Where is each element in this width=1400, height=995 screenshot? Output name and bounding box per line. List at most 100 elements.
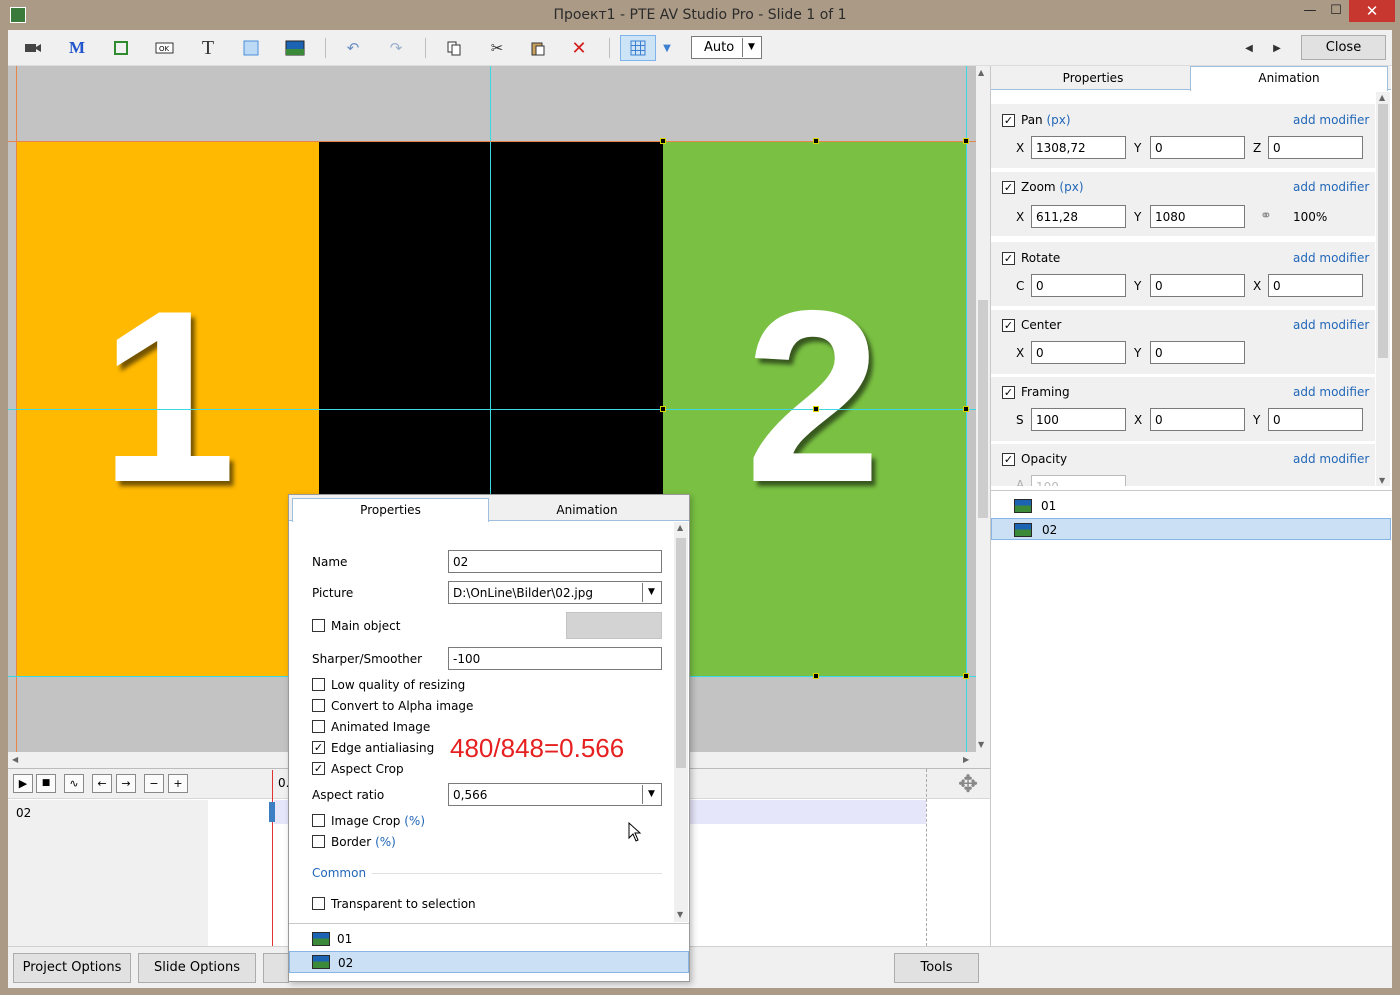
framing-s-input[interactable]: 100 <box>1031 408 1126 431</box>
text-icon[interactable]: T <box>195 36 221 60</box>
undo-icon[interactable]: ↶ <box>340 36 366 60</box>
sharper-smoother-input[interactable]: -100 <box>448 647 662 670</box>
framing-checkbox[interactable]: ✓ <box>1002 386 1015 399</box>
minimize-button[interactable]: — <box>1296 0 1324 22</box>
chevron-down-icon[interactable]: ▼ <box>642 583 660 602</box>
framing-y-input[interactable]: 0 <box>1268 408 1363 431</box>
center-x-input[interactable]: 0 <box>1031 341 1126 364</box>
popup-object-list-item-selected[interactable]: 02 <box>289 951 689 973</box>
rotate-x-input[interactable]: 0 <box>1268 274 1363 297</box>
waveform-icon[interactable]: ∿ <box>64 774 84 793</box>
arrow-left-icon[interactable]: ← <box>92 774 112 793</box>
pan-checkbox[interactable]: ✓ <box>1002 114 1015 127</box>
next-slide-icon[interactable]: ▶ <box>1266 36 1288 60</box>
resize-handle[interactable] <box>660 406 666 412</box>
paste-icon[interactable] <box>525 36 551 60</box>
delete-icon[interactable]: ✕ <box>566 36 592 60</box>
popup-tab-animation[interactable]: Animation <box>489 500 685 520</box>
rotate-y-input[interactable]: 0 <box>1150 274 1245 297</box>
grid-dropdown-icon[interactable]: ▼ <box>657 36 677 60</box>
zoom-add-modifier-link[interactable]: add modifier <box>1293 180 1369 194</box>
button-icon[interactable]: OK <box>152 36 178 60</box>
pan-y-input[interactable]: 0 <box>1150 136 1245 159</box>
image-icon[interactable] <box>282 36 308 60</box>
timeline-cursor-handle[interactable] <box>269 802 275 822</box>
cut-icon[interactable]: ✂ <box>484 36 510 60</box>
transparent-checkbox[interactable] <box>312 897 325 910</box>
center-y-input[interactable]: 0 <box>1150 341 1245 364</box>
name-input[interactable]: 02 <box>448 550 662 573</box>
popup-object-list-item[interactable]: 01 <box>289 928 689 950</box>
main-object-checkbox[interactable] <box>312 619 325 632</box>
scrollbar-thumb[interactable] <box>1378 104 1388 358</box>
framing-add-modifier-link[interactable]: add modifier <box>1293 385 1369 399</box>
tools-button[interactable]: Tools <box>894 953 979 983</box>
slide-options-button[interactable]: Slide Options <box>138 953 256 983</box>
framing-x-input[interactable]: 0 <box>1150 408 1245 431</box>
aspect-crop-checkbox[interactable]: ✓ <box>312 762 325 775</box>
center-checkbox[interactable]: ✓ <box>1002 319 1015 332</box>
grid-icon[interactable] <box>625 36 651 60</box>
center-add-modifier-link[interactable]: add modifier <box>1293 318 1369 332</box>
resize-handle[interactable] <box>813 673 819 679</box>
chevron-down-icon[interactable]: ▼ <box>642 785 660 804</box>
resize-handle[interactable] <box>813 138 819 144</box>
zoom-checkbox[interactable]: ✓ <box>1002 181 1015 194</box>
zoom-in-icon[interactable]: + <box>168 774 188 793</box>
scroll-right-icon[interactable]: ▶ <box>963 755 969 764</box>
rotate-checkbox[interactable]: ✓ <box>1002 252 1015 265</box>
chevron-down-icon[interactable]: ▼ <box>742 38 760 57</box>
pan-z-input[interactable]: 0 <box>1268 136 1363 159</box>
object-list-item[interactable]: 01 <box>991 495 1391 517</box>
m-icon[interactable]: M <box>64 36 90 60</box>
window-close-button[interactable]: ✕ <box>1349 0 1395 22</box>
main-object-button[interactable] <box>566 612 662 639</box>
opacity-a-input[interactable]: 100 <box>1031 475 1126 486</box>
zoom-y-input[interactable]: 1080 <box>1150 205 1245 228</box>
scroll-up-icon[interactable]: ▲ <box>677 523 683 532</box>
rotate-add-modifier-link[interactable]: add modifier <box>1293 251 1369 265</box>
pan-add-modifier-link[interactable]: add modifier <box>1293 113 1369 127</box>
camera-icon[interactable] <box>20 36 46 60</box>
copy-icon[interactable] <box>441 36 467 60</box>
border-checkbox[interactable] <box>312 835 325 848</box>
move-icon[interactable]: ✥ <box>958 770 978 798</box>
redo-icon[interactable]: ↷ <box>383 36 409 60</box>
resize-handle[interactable] <box>963 406 969 412</box>
preview-button[interactable] <box>263 953 289 983</box>
arrow-right-icon[interactable]: → <box>116 774 136 793</box>
maximize-button[interactable]: ☐ <box>1322 0 1350 22</box>
resize-handle[interactable] <box>660 138 666 144</box>
tab-animation[interactable]: Animation <box>1190 66 1388 91</box>
low-quality-checkbox[interactable] <box>312 678 325 691</box>
scrollbar-thumb[interactable] <box>676 538 686 768</box>
opacity-add-modifier-link[interactable]: add modifier <box>1293 452 1369 466</box>
animated-image-checkbox[interactable] <box>312 720 325 733</box>
scroll-down-icon[interactable]: ▼ <box>1379 476 1385 485</box>
frame-icon[interactable] <box>108 36 134 60</box>
zoom-out-icon[interactable]: − <box>144 774 164 793</box>
scroll-up-icon[interactable]: ▲ <box>1379 93 1385 102</box>
aspect-ratio-select[interactable]: 0,566 <box>448 783 662 806</box>
convert-alpha-checkbox[interactable] <box>312 699 325 712</box>
scrollbar-thumb[interactable] <box>978 300 988 518</box>
pan-x-input[interactable]: 1308,72 <box>1031 136 1126 159</box>
tab-properties[interactable]: Properties <box>996 68 1190 90</box>
rectangle-icon[interactable] <box>238 36 264 60</box>
picture-select[interactable]: D:\OnLine\Bilder\02.jpg <box>448 581 662 604</box>
stop-icon[interactable]: ■ <box>36 774 56 793</box>
opacity-checkbox[interactable]: ✓ <box>1002 453 1015 466</box>
play-icon[interactable]: ▶ <box>13 774 33 793</box>
resize-handle[interactable] <box>963 673 969 679</box>
zoom-x-input[interactable]: 611,28 <box>1031 205 1126 228</box>
timeline-cursor[interactable] <box>272 770 273 946</box>
previous-slide-icon[interactable]: ◀ <box>1238 36 1260 60</box>
object-list-item-selected[interactable]: 02 <box>991 518 1391 540</box>
close-button[interactable]: Close <box>1301 35 1386 60</box>
edge-antialiasing-checkbox[interactable]: ✓ <box>312 741 325 754</box>
project-options-button[interactable]: Project Options <box>13 953 131 983</box>
image-crop-checkbox[interactable] <box>312 814 325 827</box>
rotate-c-input[interactable]: 0 <box>1031 274 1126 297</box>
link-icon[interactable]: ⚭ <box>1260 208 1272 224</box>
scroll-down-icon[interactable]: ▼ <box>677 910 683 919</box>
